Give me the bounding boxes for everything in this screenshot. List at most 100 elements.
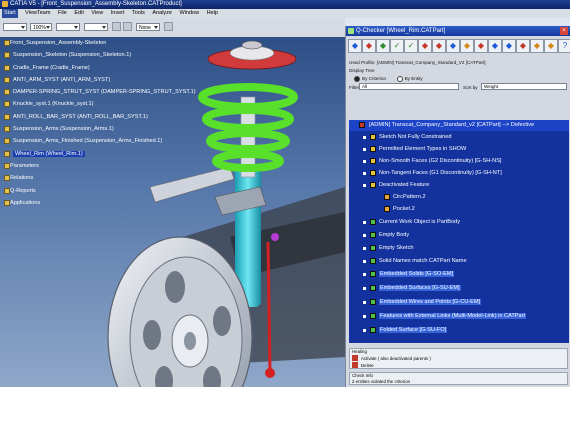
ok-icon xyxy=(370,299,376,305)
transparency-combo[interactable]: 100% xyxy=(30,23,52,31)
tree-node[interactable]: Front_Suspension_Assembly-Skeleton xyxy=(2,37,202,49)
tools-icon[interactable]: ◆ xyxy=(530,39,544,53)
rule-label: Features with External Links (Multi-Mode… xyxy=(379,313,527,319)
check-info-label: Check Info xyxy=(352,373,373,378)
lineweight-combo[interactable] xyxy=(84,23,108,31)
properties-icon[interactable] xyxy=(164,22,173,31)
close-button[interactable]: × xyxy=(560,27,568,35)
rule-row[interactable]: Permitted Element Types in SHOW xyxy=(363,144,466,155)
ok-icon xyxy=(370,313,376,319)
chevron-down-icon xyxy=(46,26,50,29)
settings-icon[interactable]: ◆ xyxy=(516,39,530,53)
options-icon[interactable]: ◆ xyxy=(544,39,558,53)
rule-row[interactable]: Features with External Links (Multi-Mode… xyxy=(363,311,527,322)
rule-row[interactable]: Solid Names match CATPart Name xyxy=(363,256,467,267)
component-icon xyxy=(4,138,10,145)
menu-insert[interactable]: Insert xyxy=(111,9,125,18)
accept-all-icon[interactable]: ✓ xyxy=(404,39,418,53)
layer-combo[interactable]: None xyxy=(136,23,160,31)
sort-select[interactable]: Weight xyxy=(481,83,567,90)
q-checker-icon xyxy=(348,28,354,34)
stop-icon[interactable]: ◆ xyxy=(418,39,432,53)
layer-icon[interactable] xyxy=(123,22,132,31)
menu-bar: Start ViewTeam File Edit View Insert Too… xyxy=(0,9,570,18)
sort-select-value: Weight xyxy=(484,84,499,89)
ok-icon xyxy=(370,245,376,251)
rule-row[interactable]: Embedded Surfaces [G-SU-EM] xyxy=(363,283,461,294)
ball-joint xyxy=(271,233,279,241)
check-icon[interactable]: ◆ xyxy=(348,39,362,53)
rule-row[interactable]: Folded Surface [G-SU-FO] xyxy=(363,325,448,336)
rule-row[interactable]: Current Work Object is PartBody xyxy=(363,217,460,228)
tree-node[interactable]: Q-Reports xyxy=(2,185,202,197)
rule-row[interactable]: Non-Tangent Faces (G1 Discontinuity) [G-… xyxy=(363,168,502,179)
paint-icon[interactable] xyxy=(112,22,121,31)
q-checker-title-bar: Q-Checker [Wheel_Rim.CATPart] × xyxy=(346,26,570,36)
import-icon[interactable]: ◆ xyxy=(502,39,516,53)
component-icon xyxy=(4,76,10,83)
branch-dot-icon xyxy=(363,136,366,139)
accept-icon[interactable]: ✓ xyxy=(390,39,404,53)
feature-row[interactable]: CircPattern.2 xyxy=(384,192,426,203)
rule-row[interactable]: Embedded Solids [G-SO-EM] xyxy=(363,269,455,280)
delete-icon[interactable]: ◆ xyxy=(432,39,446,53)
report-icon[interactable]: ◆ xyxy=(376,39,390,53)
check-info-value: 2 entities violated the criterion xyxy=(352,379,411,384)
tree-node[interactable]: Cradle_Frame (Cradle_Frame) xyxy=(2,62,202,74)
linetype-combo[interactable] xyxy=(56,23,80,31)
menu-analyze[interactable]: Analyze xyxy=(152,9,172,18)
heal-icon[interactable]: ◆ xyxy=(362,39,376,53)
menu-viewteam[interactable]: ViewTeam xyxy=(25,9,50,18)
profile-result-row[interactable]: [ADMIN] Transcat_Company_Standard_v2 [CA… xyxy=(349,120,569,131)
menu-view[interactable]: View xyxy=(91,9,103,18)
filter-icon[interactable]: ◆ xyxy=(460,39,474,53)
rule-row[interactable]: Embedded Wires and Points [G-CU-EM] xyxy=(363,297,482,308)
menu-edit[interactable]: Edit xyxy=(74,9,83,18)
tree-node-label: Applications xyxy=(10,199,41,206)
help-icon[interactable]: ? xyxy=(558,39,570,53)
tree-node[interactable]: Suspension_Arms (Suspension_Arms.1) xyxy=(2,123,202,135)
rule-row[interactable]: Empty Body xyxy=(363,230,409,241)
q-checker-toolbar: ◆ ◆ ◆ ✓ ✓ ◆ ◆ ◆ ◆ ◆ ◆ ◆ ◆ ◆ ◆ ? xyxy=(348,38,570,56)
feature-row[interactable]: Pocket.2 xyxy=(384,204,415,215)
menu-tools[interactable]: Tools xyxy=(132,9,145,18)
tree-node[interactable]: Suspension_Skeleton (Suspension_Skeleton… xyxy=(2,49,202,61)
tree-node-selected[interactable]: Wheel_Rim (Wheel_Rim.1) xyxy=(2,148,202,160)
tree-node[interactable]: ANTI_ARM_SYST (ANTI_ARM_SYST) xyxy=(2,74,202,86)
chevron-down-icon xyxy=(74,26,78,29)
defective-icon xyxy=(359,122,365,128)
rule-label: Embedded Wires and Points [G-CU-EM] xyxy=(379,299,482,305)
heal-activate-action[interactable]: Activate ( also deactivated parents ) xyxy=(361,356,431,361)
tree-node[interactable]: Suspension_Arms_Finished (Suspension_Arm… xyxy=(2,135,202,147)
rule-row[interactable]: Empty Sketch xyxy=(363,243,414,254)
tree-node[interactable]: Relations xyxy=(2,172,202,184)
rule-row[interactable]: Non-Smooth Faces (G2 Discontinuity) [G-S… xyxy=(363,156,501,167)
radio-by-entity-label: By Entity xyxy=(404,76,423,82)
color-combo[interactable] xyxy=(3,23,27,31)
branch-dot-icon xyxy=(363,329,366,332)
profile-icon[interactable]: ◆ xyxy=(446,39,460,53)
menu-file[interactable]: File xyxy=(58,9,67,18)
tree-node[interactable]: DAMPER-SPRING_STRUT_SYST (DAMPER-SPRING_… xyxy=(2,86,202,98)
menu-start[interactable]: Start xyxy=(2,9,18,18)
3d-viewport[interactable]: Front_Suspension_Assembly-Skeleton Suspe… xyxy=(0,37,345,387)
tree-node[interactable]: Parameters xyxy=(2,160,202,172)
branch-dot-icon xyxy=(363,148,366,151)
radio-by-entity[interactable] xyxy=(396,76,403,82)
filter-select[interactable]: All xyxy=(359,83,459,90)
menu-help[interactable]: Help xyxy=(207,9,218,18)
flag-icon[interactable]: ◆ xyxy=(474,39,488,53)
rule-row[interactable]: Deactivated Feature xyxy=(363,180,430,191)
rule-row[interactable]: Sketch Not Fully Constrained xyxy=(363,132,451,143)
healing-label: Healing xyxy=(352,349,367,354)
rule-label: Deactivated Feature xyxy=(379,182,430,188)
feature-label: Pocket.2 xyxy=(393,206,415,212)
export-icon[interactable]: ◆ xyxy=(488,39,502,53)
tree-node-label: Wheel_Rim (Wheel_Rim.1) xyxy=(13,150,85,157)
radio-by-criterion[interactable] xyxy=(354,76,360,82)
menu-window[interactable]: Window xyxy=(180,9,200,18)
tree-node[interactable]: ANTI_ROLL_BAR_SYST (ANTI_ROLL_BAR_SYST.1… xyxy=(2,111,202,123)
tree-node[interactable]: Applications xyxy=(2,197,202,209)
tree-node[interactable]: Knuckle_syst.1 (Knuckle_syst.1) xyxy=(2,98,202,110)
heal-delete-action[interactable]: Delete xyxy=(361,363,374,368)
